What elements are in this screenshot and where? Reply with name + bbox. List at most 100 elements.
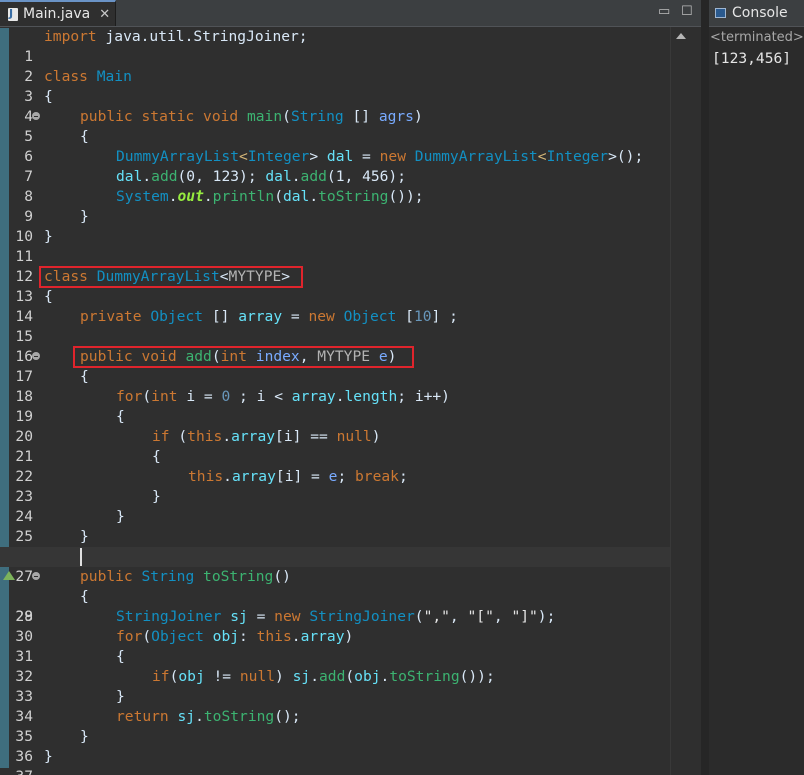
code-token: if: [152, 428, 170, 445]
code-token: "[": [467, 608, 494, 625]
code-line: 10 }: [0, 207, 670, 245]
code-token: class: [44, 68, 88, 85]
code-token: toString: [389, 668, 460, 685]
code-token: ): [413, 108, 423, 125]
code-token: {: [116, 648, 125, 665]
code-token: []: [343, 108, 379, 125]
code-token: obj: [212, 628, 240, 645]
code-token: StringJoiner: [309, 608, 415, 625]
code-token: if: [152, 668, 170, 685]
code-token: }: [116, 508, 125, 525]
scroll-up-icon[interactable]: [676, 33, 686, 39]
code-token: :: [239, 628, 257, 645]
code-line: 32 {: [0, 647, 670, 685]
code-token: String: [290, 108, 344, 125]
code-token: i: [283, 428, 293, 445]
code-token: new: [274, 608, 301, 625]
code-token: obj: [178, 668, 205, 685]
code-token: (: [345, 668, 355, 685]
code-token: }: [80, 728, 89, 745]
code-line: 37 }: [0, 747, 670, 775]
close-icon[interactable]: ✕: [99, 7, 110, 22]
fold-collapse-icon[interactable]: [32, 112, 40, 120]
code-token: 123: [212, 168, 240, 185]
code-token: [: [275, 468, 285, 485]
code-token: >();: [608, 148, 644, 165]
maximize-icon[interactable]: ☐: [681, 4, 693, 19]
code-line: 28 public String toString(): [0, 567, 670, 625]
text-cursor: [80, 548, 82, 566]
code-token: ] =: [293, 468, 329, 485]
code-token: java.util.StringJoiner;: [96, 28, 308, 45]
code-token: i: [414, 388, 424, 405]
pane-divider[interactable]: [701, 0, 709, 775]
vertical-scrollbar[interactable]: [670, 27, 689, 775]
highlight-box-add-method: [73, 346, 414, 368]
code-text-area[interactable]: 1 import java.util.StringJoiner; 2 3 cla…: [0, 27, 670, 775]
code-token: {: [44, 88, 53, 105]
code-token: {: [80, 368, 89, 385]
code-token: .: [222, 428, 232, 445]
code-token: =: [195, 388, 222, 405]
code-token: Main: [96, 68, 132, 85]
code-token: }: [152, 488, 161, 505]
code-token: add: [151, 168, 178, 185]
code-token: dal: [265, 168, 292, 185]
code-token: agrs: [378, 108, 414, 125]
tab-console[interactable]: Console: [709, 0, 804, 26]
code-token: ;: [337, 468, 356, 485]
code-line: 31 for(Object obj: this.array): [0, 627, 670, 665]
code-line: 18 {: [0, 367, 670, 405]
code-token: return: [116, 708, 169, 725]
code-token: Integer: [546, 148, 609, 165]
code-token: this: [187, 428, 223, 445]
code-token: new: [379, 148, 406, 165]
code-token: int: [151, 388, 178, 405]
code-line: 36 }: [0, 727, 670, 765]
code-token: StringJoiner: [116, 608, 222, 625]
code-token: for: [116, 388, 143, 405]
code-token: "]": [511, 608, 538, 625]
code-line: 2: [0, 47, 670, 85]
fold-collapse-icon[interactable]: [32, 572, 40, 580]
code-token: }: [44, 748, 53, 765]
code-token: out: [177, 188, 204, 205]
code-token: {: [80, 128, 89, 145]
code-token: ++): [423, 388, 450, 405]
code-line: 34 }: [0, 687, 670, 725]
highlight-box-class-declaration: [39, 266, 303, 288]
code-token: }: [80, 208, 89, 225]
code-token: ] ;: [431, 308, 458, 325]
tab-main-java[interactable]: Main.java ✕: [0, 0, 116, 26]
fold-collapse-icon[interactable]: [32, 352, 40, 360]
code-token: =: [353, 148, 380, 165]
code-token: public: [80, 568, 133, 585]
code-token: null: [336, 428, 372, 445]
override-marker-icon[interactable]: [3, 571, 15, 580]
console-output[interactable]: [123,456]: [712, 50, 791, 67]
code-token: );: [537, 608, 556, 625]
code-token: .: [195, 708, 204, 725]
code-line: 20 {: [0, 407, 670, 445]
code-token: sj: [292, 668, 311, 685]
code-token: 0: [221, 388, 231, 405]
code-token: sj: [230, 608, 248, 625]
console-icon: [715, 8, 726, 18]
code-token: ();: [274, 708, 301, 725]
code-token: }: [44, 228, 53, 245]
code-token: .: [335, 388, 345, 405]
code-token: i: [186, 388, 196, 405]
code-token: {: [116, 408, 125, 425]
code-token: public: [80, 108, 133, 125]
minimize-icon[interactable]: ▭: [658, 4, 670, 19]
code-token: void: [203, 108, 239, 125]
java-file-icon: [8, 7, 18, 21]
code-token: obj: [354, 668, 381, 685]
code-token: array: [231, 428, 276, 445]
